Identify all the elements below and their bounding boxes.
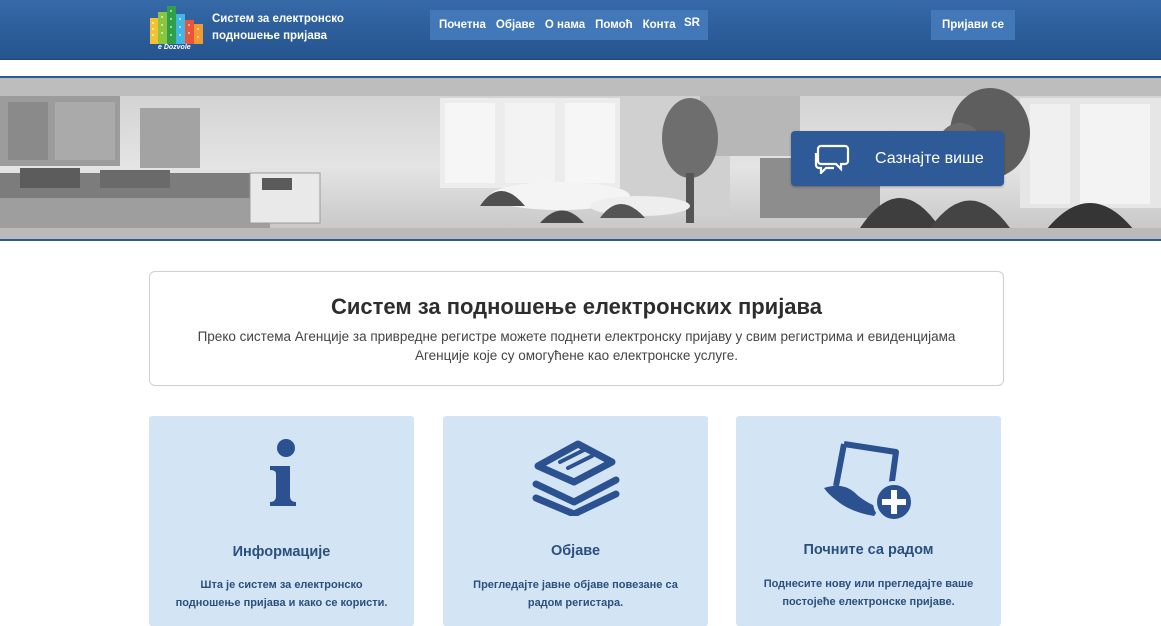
intro-text: Преко система Агенције за привредне реги… (197, 329, 956, 363)
top-navigation-bar: e Dozvole Систем за електронско подношењ… (0, 0, 1161, 60)
card-information[interactable]: Информације Шта је систем за електронско… (149, 416, 414, 626)
site-title[interactable]: Систем за електронско подношење пријава (212, 11, 352, 45)
card-get-started-description: Поднесите нову или прегледајте ваше пост… (763, 578, 974, 608)
card-announcements-description: Прегледајте јавне објаве повезане са рад… (473, 579, 678, 609)
language-selector[interactable]: SR (676, 10, 708, 40)
learn-more-button[interactable]: Сазнајте више (791, 131, 1004, 186)
nav-item-about[interactable]: О нама (540, 19, 590, 31)
main-nav: Почетна Објаве О нама Помоћ Контакт (430, 10, 697, 40)
card-get-started[interactable]: Почните са радом Поднесите нову или прег… (736, 416, 1001, 626)
announcements-icon (532, 440, 619, 516)
nav-item-help[interactable]: Помоћ (590, 19, 638, 31)
info-icon (269, 439, 296, 506)
login-button[interactable]: Пријави се (931, 10, 1015, 40)
card-announcements-title: Објаве (550, 543, 601, 559)
card-get-started-title: Почните са радом (803, 542, 934, 558)
page-title: Систем за подношење електронских пријава (330, 294, 823, 319)
intro-panel: Систем за подношење електронских пријава… (149, 271, 1004, 386)
learn-more-label: Сазнајте више (875, 149, 984, 167)
nav-item-announcements[interactable]: Објаве (491, 19, 540, 31)
logo-caption: e Dozvole (158, 44, 191, 51)
new-application-icon (823, 441, 915, 523)
card-information-title: Информације (232, 544, 331, 560)
card-information-description: Шта је систем за електронско подношење п… (175, 579, 388, 609)
nav-item-home[interactable]: Почетна (434, 19, 491, 31)
chat-bubbles-icon (814, 144, 850, 174)
card-announcements[interactable]: Објаве Прегледајте јавне објаве повезане… (443, 416, 708, 626)
